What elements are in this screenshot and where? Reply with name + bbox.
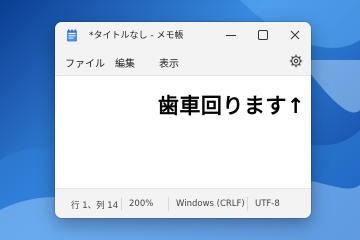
status-zoom: 200% — [129, 199, 154, 209]
menu-file[interactable]: ファイル — [65, 55, 105, 70]
status-bar: 行 1、列 14 200% Windows (CRLF) UTF-8 — [55, 188, 311, 218]
status-divider — [168, 197, 169, 211]
status-encoding: UTF-8 — [255, 199, 280, 209]
status-cursor-position: 行 1、列 14 — [71, 201, 119, 211]
notepad-icon — [67, 29, 77, 42]
menu-view[interactable]: 表示 — [159, 55, 179, 70]
text-editor[interactable]: 歯車回ります↑ — [55, 76, 311, 188]
maximize-icon — [258, 30, 268, 40]
minimize-icon — [226, 35, 236, 36]
window-title: *タイトルなし - メモ帳 — [89, 31, 184, 41]
maximize-button[interactable] — [247, 22, 279, 48]
gear-icon[interactable] — [289, 54, 303, 68]
notepad-window: *タイトルなし - メモ帳 ファイル 編集 表示 歯車回ります↑ 行 1、列 1… — [55, 22, 311, 218]
menu-bar: ファイル 編集 表示 — [55, 48, 311, 76]
title-bar[interactable]: *タイトルなし - メモ帳 — [55, 22, 311, 48]
status-divider — [247, 197, 248, 211]
close-button[interactable] — [279, 22, 311, 48]
menu-edit[interactable]: 編集 — [115, 55, 135, 70]
close-icon — [290, 30, 300, 40]
minimize-button[interactable] — [215, 22, 247, 48]
status-line-ending: Windows (CRLF) — [176, 199, 245, 209]
status-divider — [121, 197, 122, 211]
editor-content: 歯車回ります↑ — [157, 94, 305, 118]
